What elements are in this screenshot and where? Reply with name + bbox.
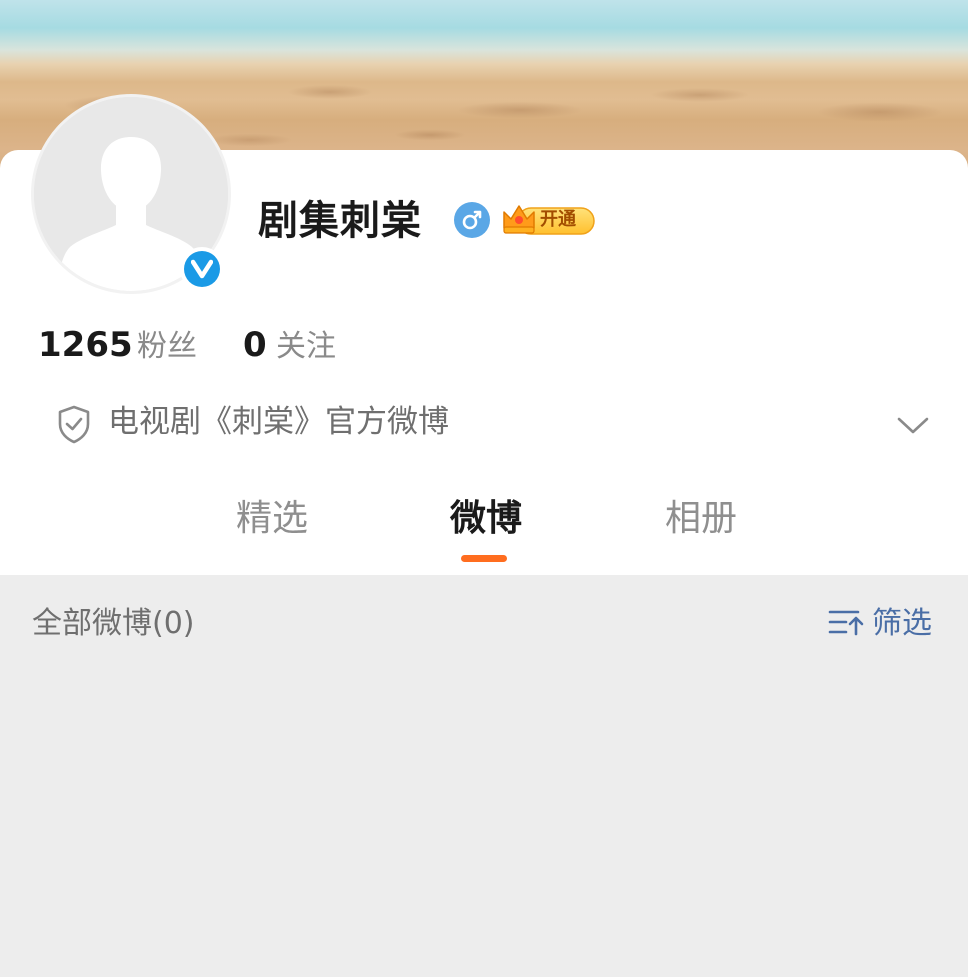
verified-v-icon <box>184 251 220 287</box>
feed-count-label: 全部微博(0) <box>32 606 195 641</box>
male-icon <box>454 202 490 238</box>
filter-button[interactable]: 筛选 <box>828 604 932 644</box>
shield-check-icon <box>56 404 92 444</box>
tab-weibo[interactable]: 微博 <box>450 495 522 543</box>
followers-count[interactable]: 1265 <box>38 325 133 365</box>
vip-open-label: 开通 <box>540 209 576 230</box>
tab-album[interactable]: 相册 <box>665 495 737 543</box>
tab-featured[interactable]: 精选 <box>236 495 308 543</box>
profile-description: 电视剧《刺棠》官方微博 <box>108 404 449 440</box>
chevron-down-icon[interactable] <box>896 410 930 440</box>
filter-icon <box>828 607 866 641</box>
active-tab-indicator <box>461 555 507 562</box>
followers-label[interactable]: 粉丝 <box>137 327 197 367</box>
profile-name: 剧集刺棠 <box>258 198 422 244</box>
filter-label: 筛选 <box>872 606 932 641</box>
following-label[interactable]: 关注 <box>276 327 336 367</box>
verified-badge <box>180 247 224 291</box>
following-count[interactable]: 0 <box>243 325 267 365</box>
